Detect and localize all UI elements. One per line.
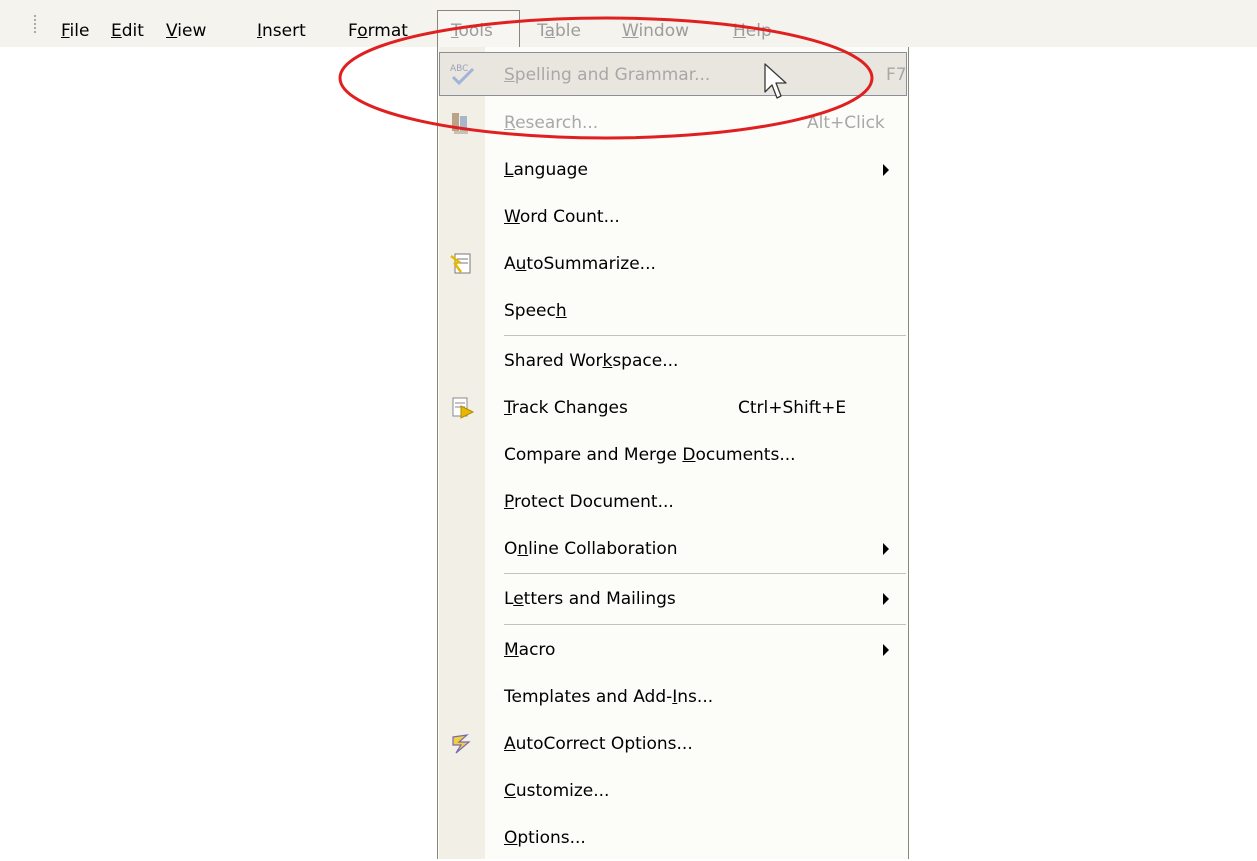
annotation-overlay [338, 16, 874, 140]
red-highlight-ellipse [338, 16, 874, 140]
